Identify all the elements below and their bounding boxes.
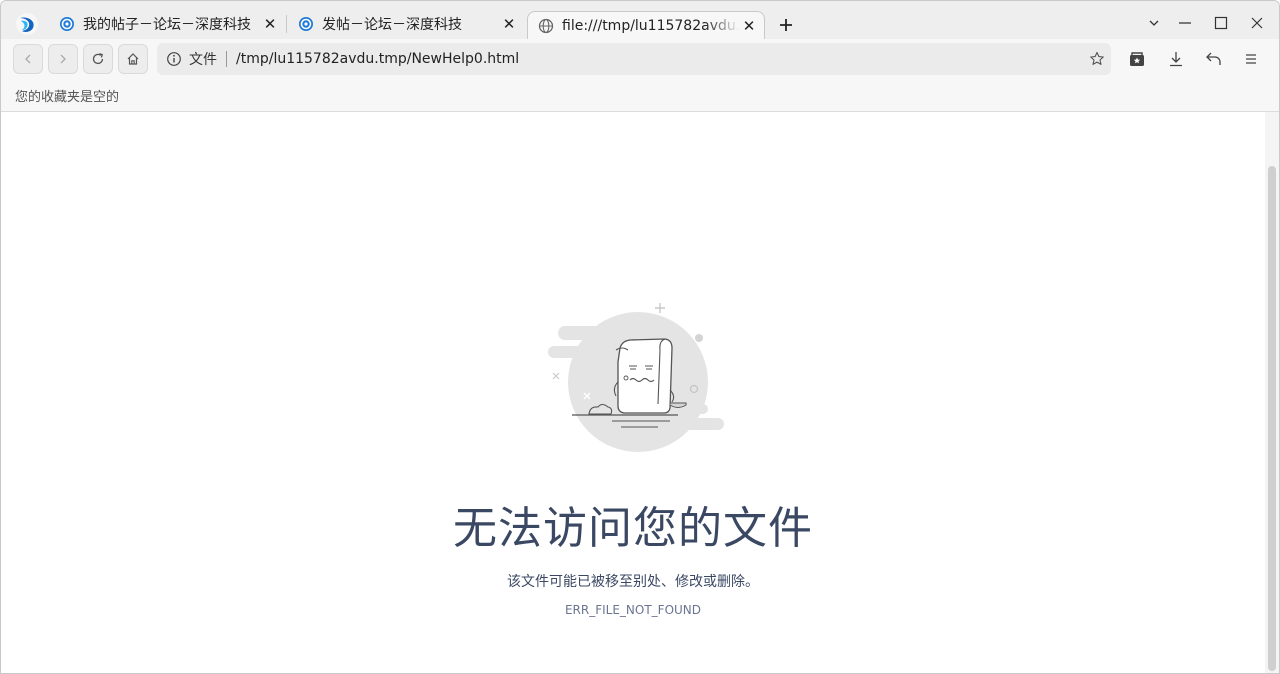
undo-close-tab-button[interactable] — [1204, 49, 1224, 69]
tab-separator — [286, 15, 287, 33]
tab-my-posts[interactable]: 我的帖子－论坛－深度科技 ✕ — [49, 9, 285, 39]
chevron-left-icon — [25, 54, 31, 64]
home-button[interactable] — [118, 44, 148, 74]
globe-icon — [538, 18, 554, 33]
bookmarks-empty-label: 您的收藏夹是空的 — [15, 90, 120, 105]
tab-title: 发帖－论坛－深度科技 — [322, 17, 462, 33]
missing-file-illustration — [548, 303, 724, 452]
tab-list-button[interactable] — [1142, 11, 1166, 35]
info-icon[interactable] — [166, 51, 182, 67]
tab-title: file:///tmp/lu115782avdu.tmp/NewHelp0.ht… — [562, 17, 740, 34]
address-scheme-label: 文件 — [189, 52, 217, 68]
forward-button[interactable] — [48, 44, 78, 74]
reload-icon — [92, 53, 104, 65]
address-url[interactable]: /tmp/lu115782avdu.tmp/NewHelp0.html — [236, 51, 519, 67]
menu-icon — [1246, 54, 1256, 64]
tab-close-icon[interactable]: ✕ — [261, 15, 279, 33]
toolbar: 文件 /tmp/lu115782avdu.tmp/NewHelp0.html — [1, 39, 1279, 81]
home-icon — [127, 53, 139, 65]
error-description: 该文件可能已被移至别处、修改或删除。 — [507, 574, 759, 590]
tab-new-post[interactable]: 发帖－论坛－深度科技 ✕ — [288, 9, 524, 39]
chevron-down-icon — [1149, 20, 1159, 26]
collections-button[interactable] — [1127, 49, 1147, 69]
address-divider — [226, 51, 227, 67]
tab-strip: 我的帖子－论坛－深度科技 ✕ 发帖－论坛－深度科技 ✕ file:///tmp/… — [1, 1, 1279, 39]
tab-close-icon[interactable]: ✕ — [500, 15, 518, 33]
minimize-button[interactable] — [1173, 11, 1197, 35]
deepin-favicon-icon — [299, 17, 313, 31]
address-bar[interactable]: 文件 /tmp/lu115782avdu.tmp/NewHelp0.html — [157, 43, 1111, 75]
minimize-icon — [1179, 22, 1191, 24]
close-window-button[interactable] — [1245, 11, 1269, 35]
page-content: 无法访问您的文件 该文件可能已被移至别处、修改或删除。 ERR_FILE_NOT… — [1, 112, 1265, 673]
tab-local-file-active[interactable]: file:///tmp/lu115782avdu.tmp/NewHelp0.ht… — [527, 11, 765, 39]
download-icon — [1170, 52, 1182, 67]
maximize-button[interactable] — [1209, 11, 1233, 35]
vertical-scrollbar[interactable] — [1265, 112, 1279, 673]
undo-icon — [1206, 52, 1221, 65]
bookmarks-bar: 您的收藏夹是空的 — [1, 81, 1279, 112]
close-icon — [1251, 17, 1263, 29]
deepin-favicon-icon — [60, 17, 74, 31]
menu-button[interactable] — [1241, 49, 1261, 69]
plus-icon — [780, 19, 792, 31]
back-button[interactable] — [13, 44, 43, 74]
maximize-icon — [1214, 16, 1228, 30]
downloads-button[interactable] — [1166, 49, 1186, 69]
tab-close-icon[interactable]: ✕ — [740, 17, 758, 35]
new-tab-button[interactable] — [776, 15, 796, 35]
chevron-right-icon — [60, 54, 66, 64]
browser-logo-icon[interactable] — [15, 12, 39, 36]
bookmark-manager-icon — [1130, 52, 1144, 66]
error-code: ERR_FILE_NOT_FOUND — [564, 603, 702, 617]
scrollbar-thumb[interactable] — [1268, 166, 1276, 671]
error-title: 无法访问您的文件 — [453, 503, 813, 554]
reload-button[interactable] — [83, 44, 113, 74]
star-icon[interactable] — [1089, 51, 1105, 67]
browser-window: 我的帖子－论坛－深度科技 ✕ 发帖－论坛－深度科技 ✕ file:///tmp/… — [0, 0, 1280, 674]
tab-title: 我的帖子－论坛－深度科技 — [83, 17, 251, 33]
